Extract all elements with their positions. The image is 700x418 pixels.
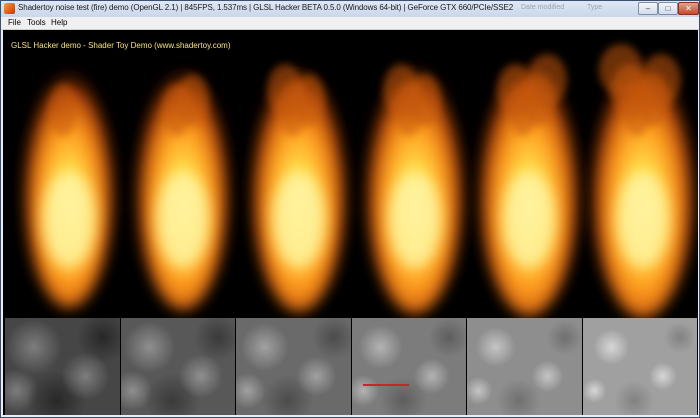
menu-bar: File Tools Help	[1, 17, 699, 30]
flame-render	[23, 42, 695, 318]
flame-5	[478, 44, 580, 316]
noise-tile-1	[5, 318, 121, 415]
noise-tile-6	[582, 318, 698, 415]
close-button[interactable]: ✕	[678, 2, 699, 15]
progress-indicator	[363, 384, 409, 386]
noise-tile-3	[236, 318, 352, 415]
maximize-button[interactable]: □	[658, 2, 678, 15]
menu-tools[interactable]: Tools	[27, 18, 46, 27]
menu-file[interactable]: File	[8, 18, 21, 27]
flame-1	[23, 52, 115, 308]
minimize-button[interactable]: –	[638, 2, 658, 15]
flame-3	[250, 48, 348, 312]
noise-tile-5	[467, 318, 583, 415]
menu-help[interactable]: Help	[51, 18, 67, 27]
window-title: Shadertoy noise test (fire) demo (OpenGL…	[18, 3, 514, 12]
noise-tile-2	[120, 318, 236, 415]
flame-2	[135, 50, 231, 310]
noise-strip	[5, 318, 698, 415]
flame-4	[365, 46, 465, 314]
fire-app-icon	[4, 3, 15, 14]
app-window: Shadertoy noise test (fire) demo (OpenGL…	[0, 0, 700, 418]
title-bar[interactable]: Shadertoy noise test (fire) demo (OpenGL…	[1, 1, 699, 18]
noise-tile-4	[351, 318, 467, 415]
background-column-type: Type	[587, 4, 603, 11]
demo-caption: GLSL Hacker demo - Shader Toy Demo (www.…	[11, 41, 231, 50]
flame-6	[591, 42, 695, 318]
render-viewport[interactable]: GLSL Hacker demo - Shader Toy Demo (www.…	[3, 30, 698, 415]
background-column-date-modified: Date modified	[521, 4, 565, 11]
